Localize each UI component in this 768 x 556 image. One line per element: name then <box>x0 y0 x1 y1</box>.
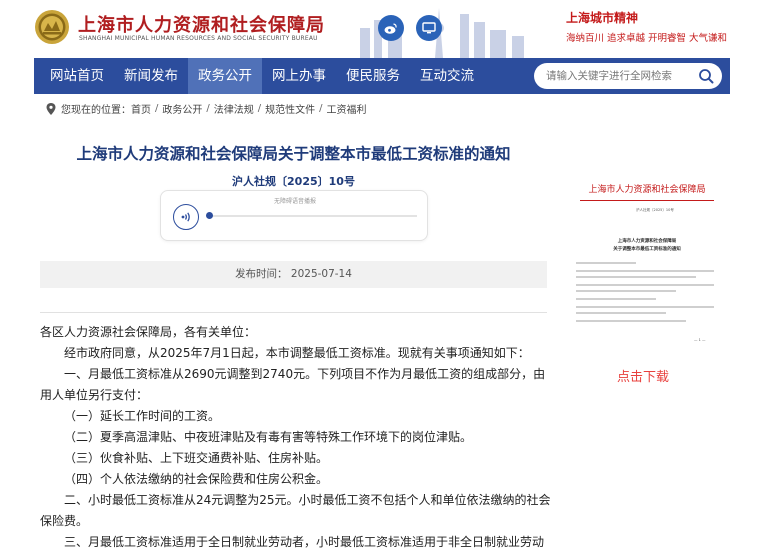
thumbnail-text-line <box>576 298 656 300</box>
article-title: 上海市人力资源和社会保障局关于调整本市最低工资标准的通知 <box>76 145 511 163</box>
nav-item-online-services[interactable]: 网上办事 <box>262 58 336 94</box>
monitor-icon <box>422 22 436 34</box>
thumbnail-text-line <box>576 270 714 272</box>
audio-hint: 无障碍语音播报 <box>273 198 316 205</box>
breadcrumb-label: 您现在的位置： <box>61 105 131 116</box>
main-nav: 网站首页 新闻发布 政务公开 网上办事 便民服务 互动交流 <box>34 58 730 94</box>
search-box <box>534 63 722 89</box>
thumbnail-text-line <box>576 284 714 286</box>
breadcrumb-home[interactable]: 首页 <box>131 101 151 116</box>
thumbnail-header: 上海市人力资源和社会保障局 <box>588 185 706 195</box>
nav-item-interaction[interactable]: 互动交流 <box>410 58 484 94</box>
weibo-icon <box>384 23 397 34</box>
thumbnail-doc-number: 沪人社规〔2025〕10号 <box>636 208 674 212</box>
thumbnail-red-rule <box>580 200 714 201</box>
site-subtitle: SHANGHAI MUNICIPAL HUMAN RESOURCES AND S… <box>79 35 318 42</box>
mobile-site-button[interactable] <box>416 15 442 41</box>
nav-item-home[interactable]: 网站首页 <box>34 58 114 94</box>
thumbnail-text-line <box>576 306 714 308</box>
thumbnail-text-line <box>576 262 636 264</box>
download-link[interactable]: 点击下载 <box>617 366 669 385</box>
paragraph: 二、小时最低工资标准从24元调整为25元。小时最低工资不包括个人和单位依法缴纳的… <box>40 493 551 528</box>
nav-item-news[interactable]: 新闻发布 <box>114 58 188 94</box>
document-number: 沪人社规〔2025〕10号 <box>232 175 355 188</box>
bureau-emblem-icon[interactable] <box>34 9 70 45</box>
breadcrumb: 您现在的位置： 首页 / 政务公开 / 法律法规 / 规范性文件 / 工资福利 <box>46 101 367 116</box>
breadcrumb-wages[interactable]: 工资福利 <box>327 101 367 116</box>
paragraph: （四）个人依法缴纳的社会保险费和住房公积金。 <box>64 472 329 486</box>
thumbnail-title-line: 关于调整本市最低工资标准的通知 <box>613 247 681 252</box>
divider <box>40 312 547 313</box>
skyline-decoration <box>360 8 524 58</box>
paragraph: 经市政府同意，从2025年7月1日起，本市调整最低工资标准。现就有关事项通知如下… <box>64 346 530 360</box>
paragraph: 三、月最低工资标准适用于全日制就业劳动者，小时最低工资标准适用于非全日制就业劳动… <box>64 535 545 549</box>
city-spirit-slogan: 海纳百川 追求卓越 开明睿智 大气谦和 <box>566 33 728 44</box>
city-spirit-title: 上海城市精神 <box>566 11 639 25</box>
paragraph: 各区人力资源社会保障局，各有关单位： <box>40 325 257 339</box>
audio-player: 无障碍语音播报 <box>160 190 428 241</box>
paragraph: （三）伙食补贴、上下班交通费补贴、住房补贴。 <box>64 451 329 465</box>
thumbnail-text-line <box>576 276 696 278</box>
thumbnail-title-line: 上海市人力资源和社会保障局 <box>617 239 677 244</box>
audio-progress-track[interactable] <box>209 215 417 217</box>
breadcrumb-separator: / <box>319 103 323 114</box>
nav-item-gov-affairs[interactable]: 政务公开 <box>188 58 262 94</box>
site-title[interactable]: 上海市人力资源和社会保障局 <box>78 11 325 37</box>
breadcrumb-laws[interactable]: 法律法规 <box>214 101 254 116</box>
thumbnail-text-line <box>576 320 686 322</box>
breadcrumb-separator: / <box>257 103 262 114</box>
search-input[interactable] <box>534 63 694 89</box>
breadcrumb-normative-docs[interactable]: 规范性文件 <box>265 101 315 116</box>
site-header: 上海市人力资源和社会保障局 SHANGHAI MUNICIPAL HUMAN R… <box>0 0 768 58</box>
document-thumbnail[interactable]: 上海市人力资源和社会保障局 沪人社规〔2025〕10号 上海市人力资源和社会保障… <box>566 172 728 347</box>
nav-item-public-services[interactable]: 便民服务 <box>336 58 410 94</box>
location-pin-icon <box>46 102 56 115</box>
search-icon[interactable] <box>698 68 714 84</box>
publish-date: 发布时间： 2025-07-14 <box>40 261 547 288</box>
paragraph: 一、月最低工资标准从2690元调整到2740元。下列项目不作为月最低工资的组成部… <box>40 367 546 402</box>
article-body: 各区人力资源社会保障局，各有关单位： 经市政府同意，从2025年7月1日起，本市… <box>40 322 552 556</box>
paragraph: （一）延长工作时间的工资。 <box>64 409 221 423</box>
paragraph: （二）夏季高温津贴、中夜班津贴及有毒有害等特殊工作环境下的岗位津贴。 <box>64 430 473 444</box>
thumbnail-text-line <box>576 290 676 292</box>
audio-progress-handle[interactable] <box>206 212 213 219</box>
weibo-button[interactable] <box>378 15 404 41</box>
speaker-icon <box>181 212 190 222</box>
breadcrumb-separator: / <box>206 103 210 114</box>
thumbnail-page-number: — 1 — <box>694 338 706 342</box>
audio-play-button[interactable] <box>173 204 199 230</box>
breadcrumb-gov-affairs[interactable]: 政务公开 <box>162 101 202 116</box>
thumbnail-text-line <box>576 312 666 314</box>
breadcrumb-separator: / <box>155 103 159 114</box>
